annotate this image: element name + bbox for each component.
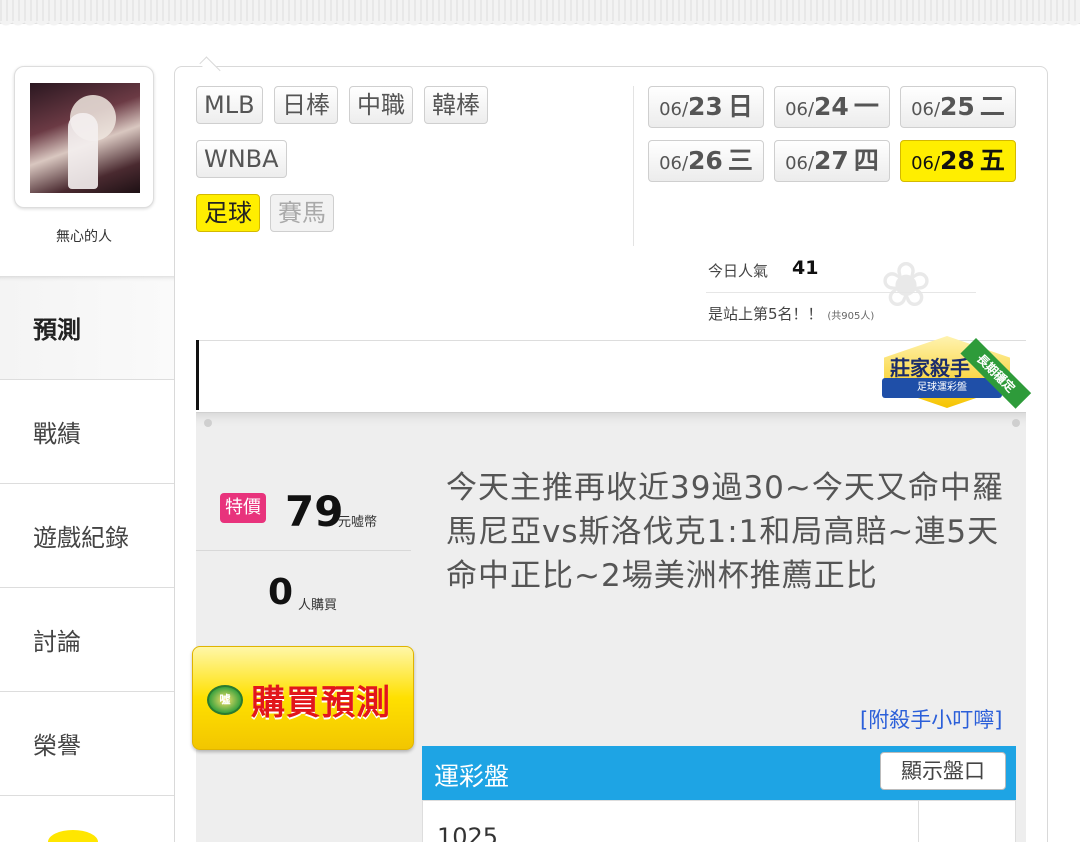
sport-tab-mlb[interactable]: MLB [196, 86, 263, 124]
show-odds-button[interactable]: 顯示盤口 [880, 752, 1006, 790]
watermark-icon: ❀ [880, 248, 932, 321]
date-day: 24 [814, 92, 849, 121]
date-button-0627[interactable]: 06/27 四 [774, 140, 890, 182]
odds-row-value: 1025 [437, 823, 499, 842]
date-month: 06/ [911, 99, 941, 120]
sport-tab-wnba[interactable]: WNBA [196, 140, 287, 178]
date-button-0628[interactable]: 06/28 五 [900, 140, 1016, 182]
sport-tab-npb[interactable]: 日棒 [274, 86, 338, 124]
date-day: 28 [940, 146, 975, 175]
date-month: 06/ [911, 153, 941, 174]
date-day: 27 [814, 146, 849, 175]
date-button-0626[interactable]: 06/26 三 [648, 140, 764, 182]
date-day: 26 [688, 146, 723, 175]
buyers-count: 0 [268, 572, 294, 613]
header-divider [633, 86, 634, 246]
date-month: 06/ [659, 153, 689, 174]
date-month: 06/ [659, 99, 689, 120]
date-weekday: 五 [979, 146, 1005, 175]
buy-prediction-button[interactable]: 噓 購買預測 [192, 646, 414, 750]
popularity-label: 今日人氣 [708, 262, 769, 280]
avatar[interactable] [30, 83, 140, 193]
username[interactable]: 無心的人 [14, 226, 154, 246]
rank-text: 是站上第5名！！ (共905人) [708, 303, 874, 324]
sidebar-item-prediction[interactable]: 預測 [0, 276, 174, 380]
sidebar-item-discussion[interactable]: 討論 [0, 588, 174, 692]
rank-label: 是站上第5名！！ [708, 305, 823, 323]
date-weekday: 三 [727, 146, 753, 175]
sidebar-item-record[interactable]: 戰績 [0, 380, 174, 484]
sport-tab-soccer[interactable]: 足球 [196, 194, 260, 232]
killer-tips-link[interactable]: [附殺手小叮嚀] [860, 704, 1002, 734]
sidebar-menu: 預測 戰績 遊戲紀錄 討論 榮譽 [0, 276, 174, 796]
avatar-figure [68, 113, 98, 189]
sidebar-bottom-icon [48, 830, 98, 842]
date-day: 23 [688, 92, 723, 121]
avatar-frame[interactable] [14, 66, 154, 208]
offer-divider [196, 550, 411, 551]
odds-title: 運彩盤 [434, 762, 510, 791]
date-button-0625[interactable]: 06/25 二 [900, 86, 1016, 128]
date-weekday: 二 [979, 92, 1005, 121]
price-unit: 元嘘幣 [338, 515, 378, 530]
date-month: 06/ [785, 99, 815, 120]
coin-icon: 噓 [207, 685, 243, 715]
date-weekday: 四 [853, 146, 879, 175]
stats-divider [706, 292, 976, 293]
sport-tab-cpbl[interactable]: 中職 [349, 86, 413, 124]
sale-badge: 特價 [220, 493, 266, 523]
date-month: 06/ [785, 153, 815, 174]
sidebar-item-game-history[interactable]: 遊戲紀錄 [0, 484, 174, 588]
top-decorative-border [0, 0, 1080, 29]
sport-tab-kbo[interactable]: 韓棒 [424, 86, 488, 124]
date-button-0624[interactable]: 06/24 一 [774, 86, 890, 128]
date-weekday: 日 [727, 92, 753, 121]
badge-title: 莊家殺手 [890, 356, 970, 380]
prediction-description: 今天主推再收近39過30~今天又命中羅馬尼亞vs斯洛伐克1:1和局高賠~連5天命… [446, 470, 1004, 594]
rank-total: (共905人) [827, 311, 875, 322]
popularity-count: 41 [792, 257, 819, 279]
price-value: 79 [285, 487, 344, 536]
strip-marker [196, 340, 199, 410]
sidebar-item-honor[interactable]: 榮譽 [0, 692, 174, 796]
odds-row: 1025 [422, 800, 1016, 842]
card-pin-right [1012, 419, 1020, 427]
buy-button-label: 購買預測 [251, 683, 391, 723]
sport-tab-horse-racing[interactable]: 賽馬 [270, 194, 334, 232]
date-weekday: 一 [853, 92, 879, 121]
date-day: 25 [940, 92, 975, 121]
date-button-0623[interactable]: 06/23 日 [648, 86, 764, 128]
odds-row-divider [918, 801, 919, 842]
badge-subtitle: 足球運彩盤 [882, 378, 1002, 398]
buyers-unit: 人購買 [298, 598, 338, 613]
card-pin-left [204, 419, 212, 427]
